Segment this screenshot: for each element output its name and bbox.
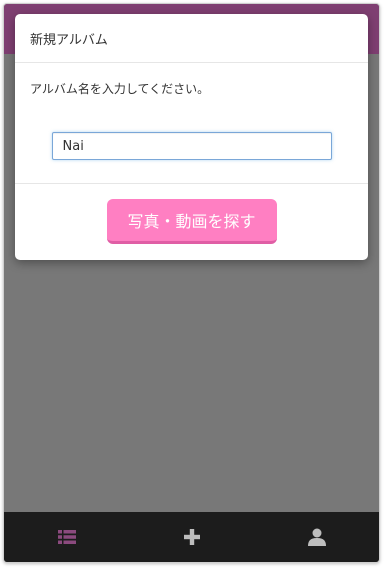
- new-album-dialog: 新規アルバム アルバム名を入力してください。 写真・動画を探す: [15, 14, 368, 260]
- dialog-body: アルバム名を入力してください。: [15, 63, 368, 184]
- list-icon: [57, 530, 76, 544]
- nav-album-list[interactable]: [37, 512, 97, 562]
- album-name-prompt: アルバム名を入力してください。: [30, 82, 210, 96]
- nav-add[interactable]: [162, 512, 222, 562]
- album-name-input[interactable]: [51, 132, 332, 160]
- dialog-title: 新規アルバム: [30, 32, 108, 48]
- app-frame: 新規アルバム アルバム名を入力してください。 写真・動画を探す: [3, 3, 380, 563]
- dialog-footer: 写真・動画を探す: [15, 184, 368, 244]
- user-icon: [307, 528, 326, 546]
- search-photos-videos-button[interactable]: 写真・動画を探す: [106, 199, 277, 244]
- bottom-nav: [4, 512, 379, 562]
- nav-profile[interactable]: [287, 512, 347, 562]
- plus-icon: [183, 529, 200, 545]
- dialog-header: 新規アルバム: [15, 14, 368, 63]
